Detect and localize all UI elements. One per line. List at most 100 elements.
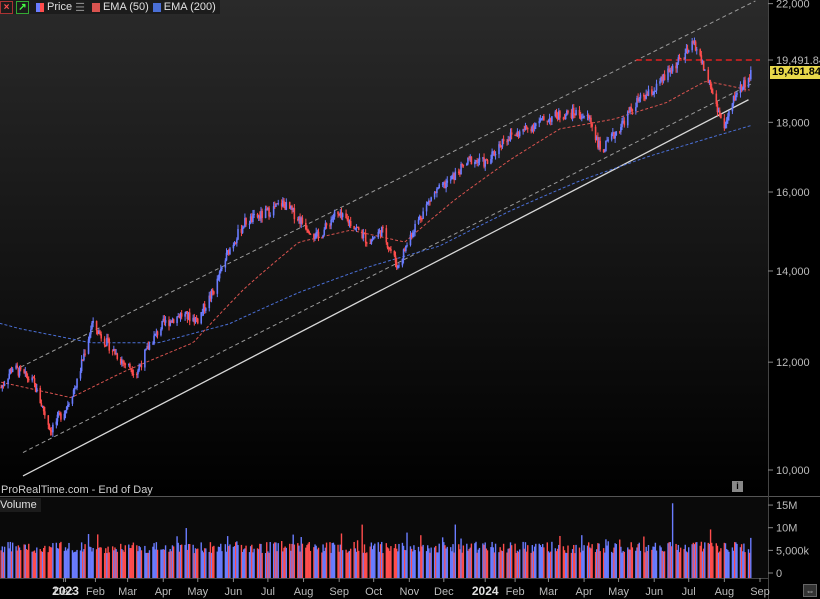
volume-bar [285,547,287,578]
volume-bar [164,545,167,578]
candle-body [386,242,389,248]
x-tick-label: Jul [261,586,275,598]
candle-body [124,363,127,365]
candle-body [639,94,642,99]
y-tick-label: 14,000 [776,266,810,278]
candle-body [161,320,163,330]
candle-body [106,337,108,346]
navigate-arrows-icon[interactable]: ⇔ [803,584,817,597]
candle-body [49,430,52,432]
volume-bar [172,546,175,578]
candle-body [216,278,219,294]
candle-body [747,77,750,88]
volume-bar [76,549,78,578]
candle-body [349,220,352,227]
candle-body [728,111,730,117]
volume-bar [293,544,296,578]
candle-body [323,229,326,236]
candle-body [420,216,422,219]
info-icon[interactable]: i [732,481,743,492]
volume-bar [92,547,94,578]
candle-body [253,213,255,215]
candle-body [176,316,178,324]
volume-bar [116,551,118,578]
volume-bar [60,541,62,578]
volume-bar [543,547,545,578]
volume-bar [720,548,722,578]
candle-body [129,363,131,369]
volume-bar [655,550,658,578]
candle-body [538,121,541,124]
candle-body [7,378,9,385]
volume-bar [639,550,642,578]
candle-body [264,208,267,218]
ema50-swatch-icon [91,2,100,12]
candle-body [221,267,223,270]
volume-bar [221,551,223,578]
candle-body [502,139,505,142]
candle-body [225,252,228,261]
volume-bar [11,542,14,578]
volume-bar [712,546,714,578]
candle-body [330,219,332,226]
volume-bar [309,550,312,578]
candle-body [460,164,462,175]
candle-body [33,378,36,384]
candle-body [345,213,347,219]
candle-body [116,353,119,359]
candle-body [551,116,553,122]
candle-body [712,92,714,94]
y-tick-label: 16,000 [776,187,810,199]
x-tick-label: 2023 [52,584,79,598]
volume-bar [607,541,609,578]
candle-body [449,179,452,181]
x-tick-label: May [608,586,629,598]
candle-body [365,242,368,244]
volume-bar [301,543,304,578]
volume-bar [269,542,271,578]
close-icon[interactable]: × [0,0,13,14]
volume-bar [333,544,336,578]
candle-body [180,313,183,317]
x-tick-label: Oct [365,586,382,598]
candle-body [710,87,713,93]
x-tick-label: Mar [539,586,558,598]
volume-bar [44,545,46,578]
candle-body [591,123,593,127]
candle-body [245,218,247,225]
price-chart[interactable]: 22,000 19,491.84 18,000 16,000 14,000 12,000 1… [0,0,820,599]
candle-body [725,120,728,124]
volume-bar [744,552,746,578]
candle-body [445,182,447,189]
candle-body [317,231,320,238]
candle-body [438,184,441,189]
candle-body [252,214,254,222]
candle-body [426,202,429,205]
candle-body [357,227,360,231]
candle-body [261,210,263,218]
volume-bar [551,541,553,578]
candle-body [533,126,536,130]
settings-icon[interactable]: ☰ [75,1,85,14]
candle-body [567,110,569,113]
candle-body [337,211,339,214]
candle-body [248,223,251,225]
candle-body [454,171,457,180]
candle-body [605,141,607,152]
volume-bar [132,542,135,578]
volume-bar [422,544,424,578]
volume-bar [567,545,569,578]
candle-body [462,164,465,166]
candle-body [65,406,68,411]
volume-bar [478,547,481,578]
candle-body [720,114,722,119]
candle-body [484,159,487,167]
candle-body [583,116,585,118]
candle-body [56,414,59,422]
candle-body [205,308,207,311]
volume-bar [68,542,70,578]
candle-body [156,331,159,336]
expand-icon[interactable]: ↗ [16,0,29,14]
volume-bar [349,548,352,578]
volume-label: Volume [0,499,37,511]
